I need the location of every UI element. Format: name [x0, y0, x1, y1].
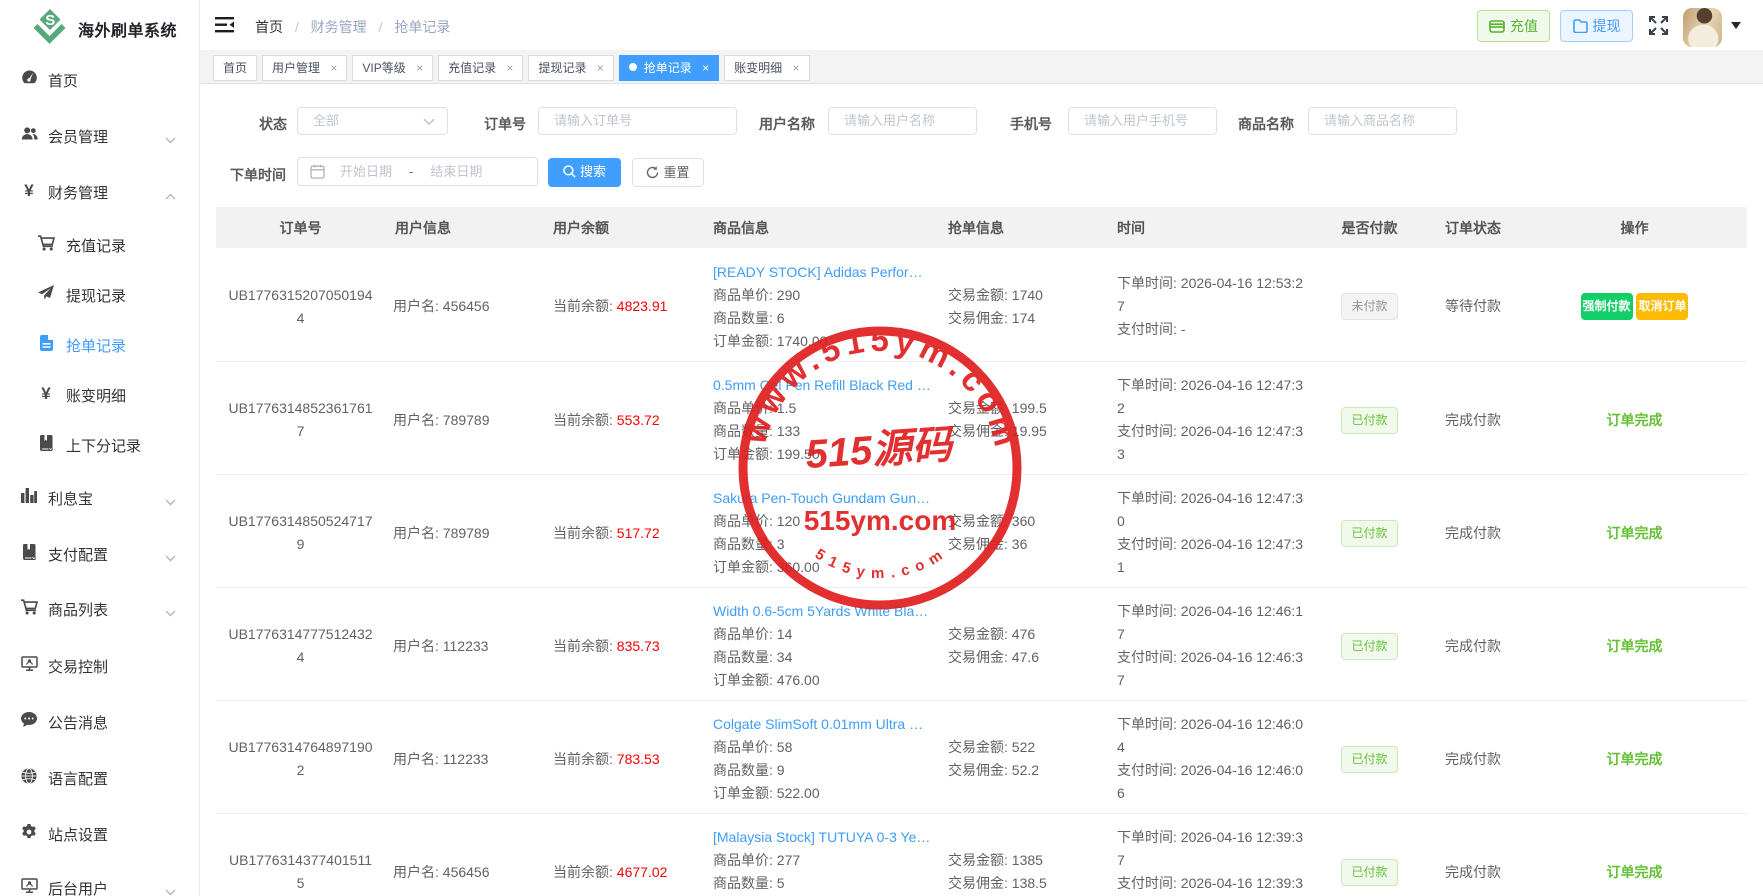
svg-text:515ym.com: 515ym.com [804, 505, 957, 536]
svg-text:515ym.com: 515ym.com [812, 543, 951, 582]
svg-text:515源码: 515源码 [804, 423, 956, 477]
svg-text:S: S [45, 12, 55, 29]
